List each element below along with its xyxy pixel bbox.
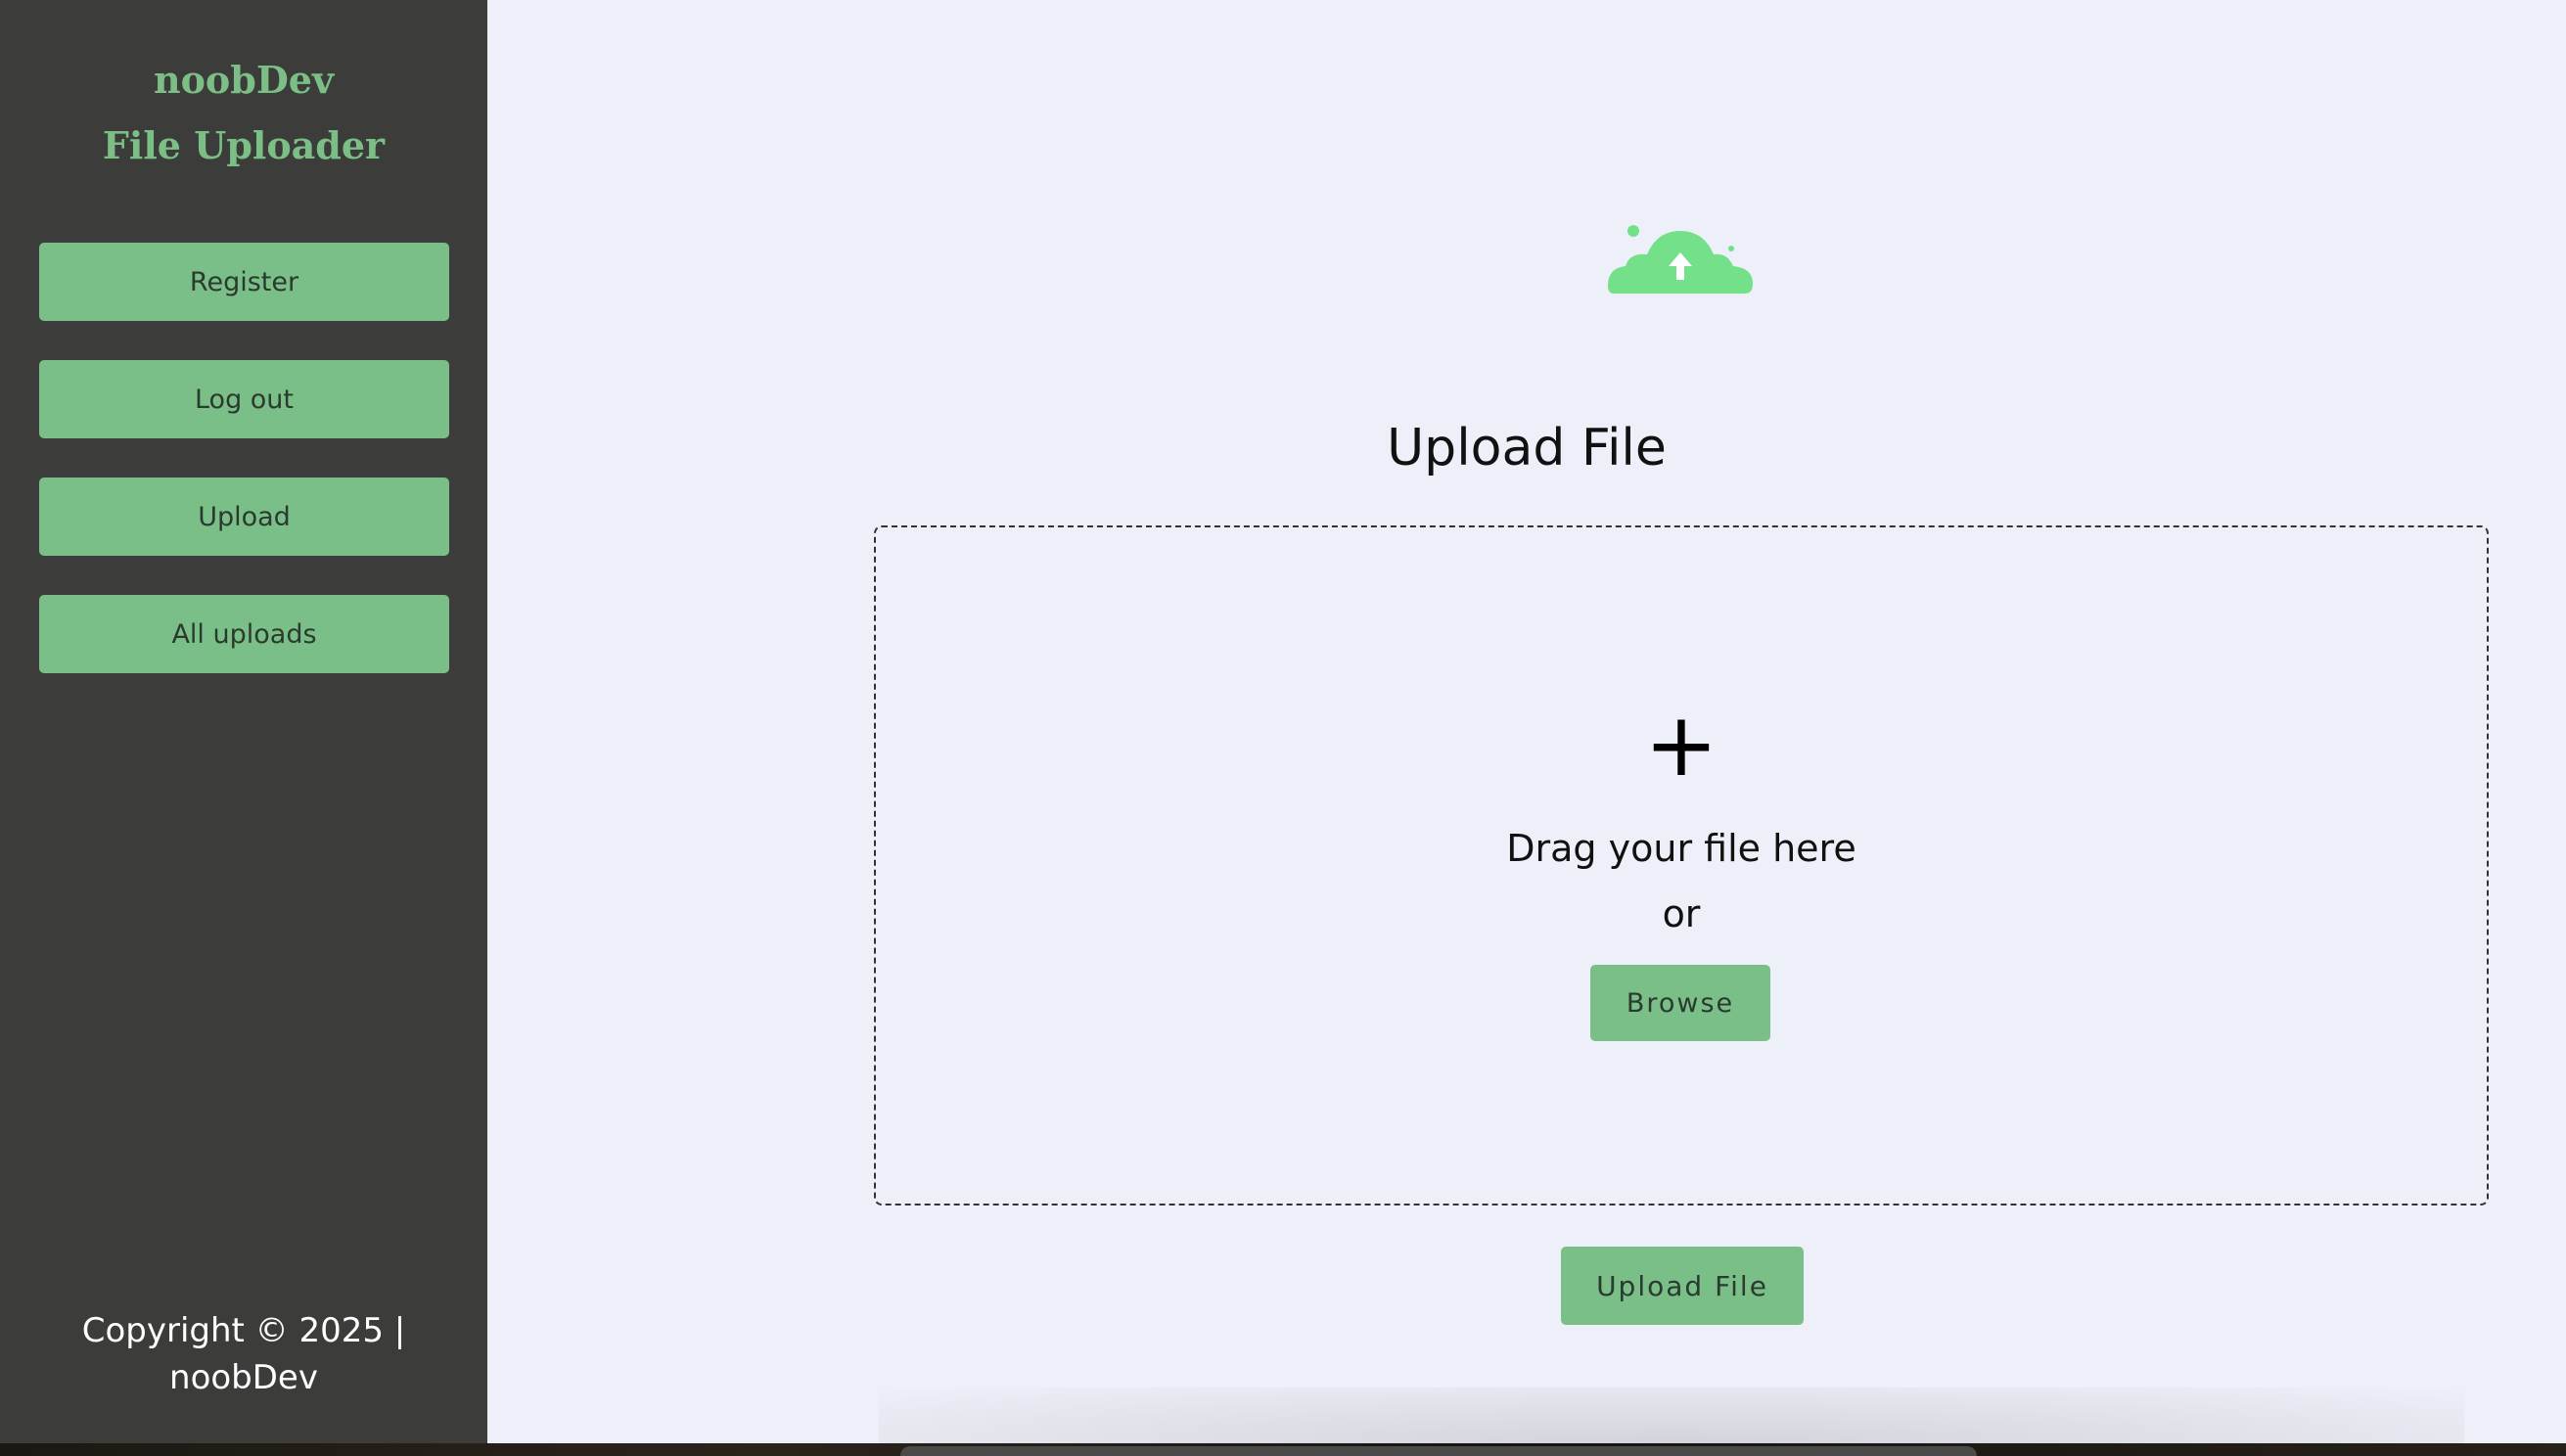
- register-button[interactable]: Register: [39, 243, 449, 321]
- brand-name: noobDev: [153, 58, 335, 102]
- cloud-upload-icon: [1608, 225, 1753, 294]
- logout-button[interactable]: Log out: [39, 360, 449, 438]
- dock-edge: [900, 1446, 1977, 1456]
- all-uploads-button[interactable]: All uploads: [39, 595, 449, 673]
- brand-logo: noobDev File Uploader: [0, 47, 487, 178]
- page-title: Upload File: [1387, 419, 1667, 478]
- upload-file-button[interactable]: Upload File: [1561, 1247, 1804, 1325]
- upload-nav-button[interactable]: Upload: [39, 478, 449, 556]
- brand-subtitle: File Uploader: [102, 123, 386, 167]
- copyright-owner: noobDev: [169, 1358, 318, 1397]
- sidebar: noobDev File Uploader Register Log out U…: [0, 0, 487, 1443]
- or-separator: or: [1662, 892, 1701, 935]
- window-shadow: [879, 1388, 2464, 1446]
- drag-instruction: Drag your file here: [1506, 827, 1856, 870]
- plus-icon: +: [1644, 694, 1718, 796]
- sidebar-nav: Register Log out Upload All uploads: [39, 243, 449, 712]
- copyright-footer: Copyright © 2025 | noobDev: [0, 1307, 487, 1401]
- browse-button[interactable]: Browse: [1590, 965, 1770, 1041]
- copyright-text: Copyright © 2025 |: [81, 1311, 406, 1350]
- file-dropzone[interactable]: + Drag your file here or Browse: [874, 525, 2489, 1206]
- app-window: noobDev File Uploader Register Log out U…: [0, 0, 2566, 1446]
- main-content: Upload File + Drag your file here or Bro…: [487, 0, 2566, 1446]
